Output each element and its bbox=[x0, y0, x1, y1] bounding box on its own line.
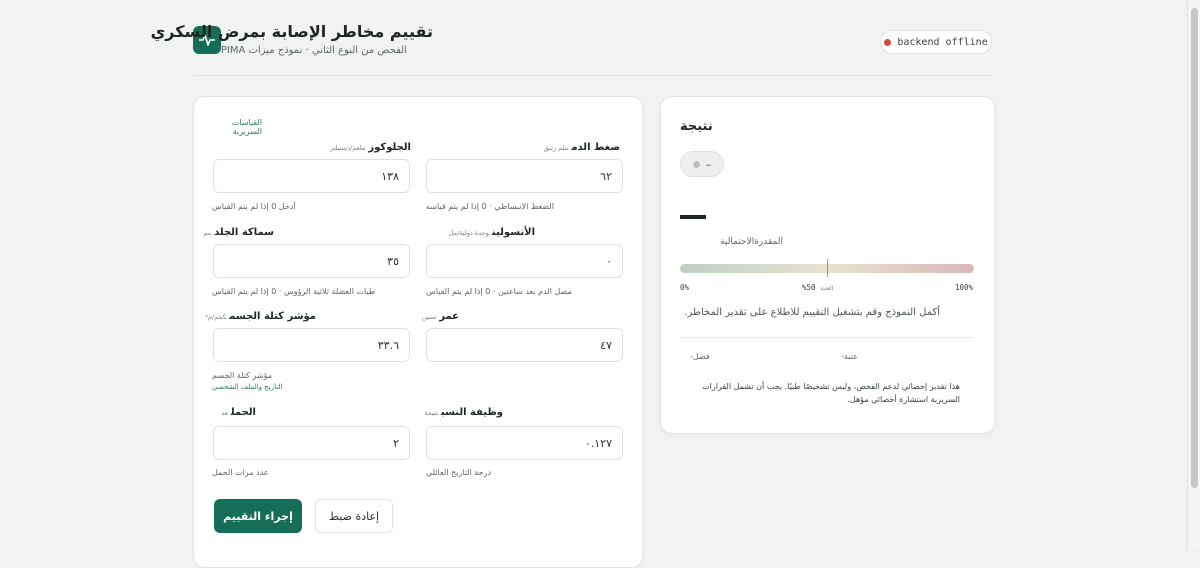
page-subtitle: الفحص من النوع الثاني · نموذج ميزات PIMA bbox=[220, 45, 407, 56]
page-title: تقييم مخاطر الإصابة بمرض السكري bbox=[150, 22, 433, 41]
glucose-input[interactable] bbox=[213, 159, 410, 193]
result-divider bbox=[680, 337, 974, 338]
threshold-marker bbox=[827, 259, 828, 277]
pedigree-input[interactable] bbox=[426, 426, 623, 460]
risk-probability-label: المقدرةالاحتمالية bbox=[720, 237, 783, 247]
backend-status-text: backend offline bbox=[897, 36, 988, 48]
result-dot-icon bbox=[692, 160, 700, 168]
disclaimer-text: هذا تقدير إحصائي لدعم الفحص، وليس تشخيصً… bbox=[702, 382, 960, 404]
glucose-unit: ملغم/ديسيلتر bbox=[329, 144, 366, 152]
glucose-hint: أدخل 0 إذا لم يتم القياس bbox=[212, 202, 296, 211]
scale-max: 100% bbox=[955, 283, 974, 292]
scale-min: 0% bbox=[680, 283, 690, 292]
skin-thickness-unit: مم bbox=[203, 229, 212, 237]
blood-pressure-unit: ملم زئبق bbox=[543, 144, 569, 152]
glucose-label: الجلوكوزملغم/ديسيلتر bbox=[329, 142, 411, 153]
status-dot-icon bbox=[884, 38, 892, 46]
threshold-meta: عتبة- bbox=[841, 352, 858, 361]
class-meta: فصل- bbox=[690, 352, 710, 361]
skin-thickness-hint: طيات العضلة ثلاثية الرؤوس · 0 إذا لم يتم… bbox=[212, 287, 376, 296]
age-unit: سنين bbox=[421, 313, 437, 321]
pregnancies-input[interactable] bbox=[213, 426, 410, 460]
insulin-hint: مصل الدم بعد ساعتين · 0 إذا لم يتم القيا… bbox=[426, 287, 572, 296]
blood-pressure-label: ضغط الدمملم زئبق bbox=[543, 142, 620, 153]
bmi-unit: كجم/م² bbox=[205, 313, 227, 321]
section-label-clinical: القياسات السريرية bbox=[231, 118, 262, 136]
blood-pressure-hint: الضغط الانبساطي · 0 إذا لم يتم قياسه bbox=[426, 202, 554, 211]
bmi-hint: مؤشر كتلة الجسم bbox=[212, 371, 273, 380]
bmi-input[interactable] bbox=[213, 328, 410, 362]
scale-mid: %50 العتبة bbox=[802, 283, 834, 292]
bmi-label: مؤشر كتلة الجسمكجم/م² bbox=[205, 311, 316, 322]
scrollbar-thumb[interactable] bbox=[1191, 8, 1198, 488]
insulin-input[interactable] bbox=[426, 244, 623, 278]
header-divider bbox=[193, 75, 995, 76]
probability-placeholder bbox=[680, 215, 706, 219]
blood-pressure-input[interactable] bbox=[426, 159, 623, 193]
result-title: نتيجة bbox=[680, 119, 713, 134]
age-label: عمرسنين bbox=[421, 311, 459, 322]
result-card: نتيجة – المقدرةالاحتمالية 0% %50 العتبة … bbox=[660, 96, 995, 434]
assessment-form-card: القياسات السريرية الجلوكوزملغم/ديسيلتر أ… bbox=[193, 96, 643, 568]
pregnancies-unit: عد bbox=[221, 409, 228, 417]
result-chip-value: – bbox=[705, 157, 712, 171]
result-chip: – bbox=[680, 151, 724, 177]
skin-thickness-input[interactable] bbox=[213, 244, 410, 278]
pedigree-label: وظيفة النسبنتيجة bbox=[424, 407, 503, 418]
run-assessment-button[interactable]: إجراء التقييم bbox=[214, 499, 302, 533]
age-input[interactable] bbox=[426, 328, 623, 362]
scale-threshold-label: العتبة bbox=[820, 285, 834, 292]
pregnancies-hint: عدد مرات الحمل bbox=[212, 468, 269, 477]
backend-status-badge: backend offline bbox=[880, 30, 992, 54]
insulin-unit: وحدة دولية/مل bbox=[448, 229, 489, 237]
section-label-history: التاريخ والملف الشخصي bbox=[212, 383, 283, 391]
result-message: أكمل النموذج وقم بتشغيل التقييم للاطلاع … bbox=[684, 307, 940, 318]
page-scrollbar[interactable] bbox=[1187, 0, 1200, 550]
insulin-label: الأنسولينوحدة دولية/مل bbox=[448, 227, 535, 238]
skin-thickness-label: سماكة الجلدمم bbox=[203, 227, 274, 238]
reset-button[interactable]: إعادة ضبط bbox=[315, 499, 393, 533]
pedigree-unit: نتيجة bbox=[424, 409, 439, 417]
pedigree-hint: درجة التاريخ العائلي bbox=[426, 468, 492, 477]
pregnancies-label: الحملعد bbox=[221, 407, 256, 418]
